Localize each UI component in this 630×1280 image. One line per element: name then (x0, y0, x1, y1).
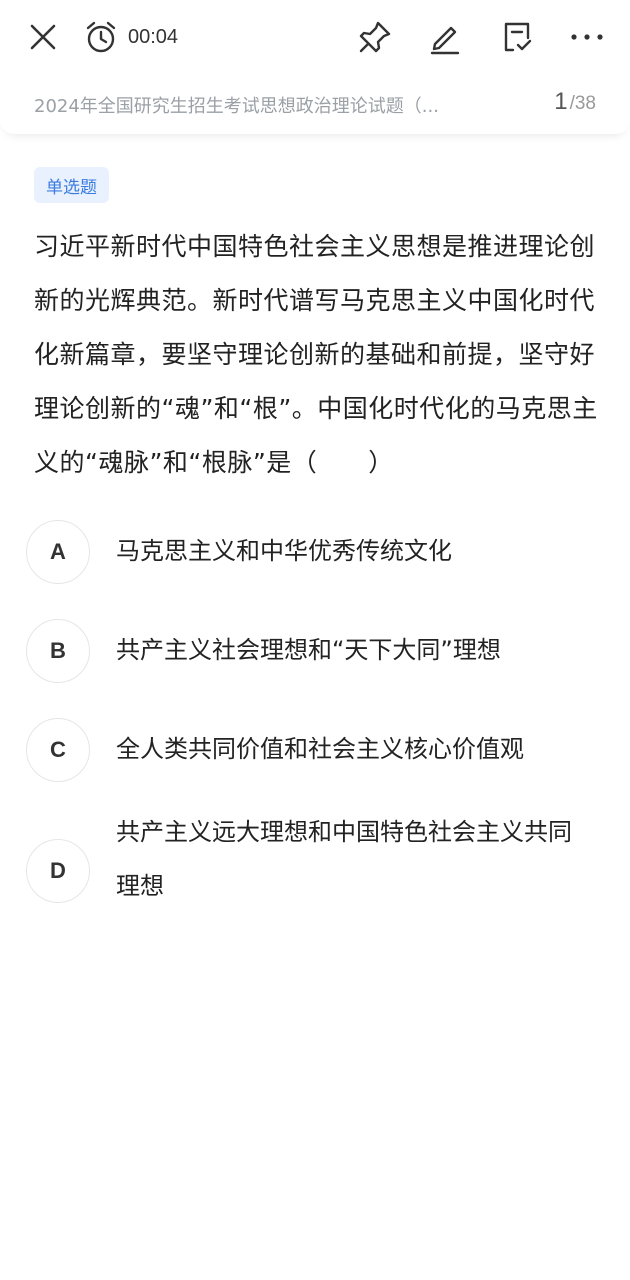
paper-header: 2024年全国研究生招生考试思想政治理论试题（... 1 /38 (0, 74, 630, 134)
question-type-tag: 单选题 (34, 167, 109, 203)
timer: 00:04 (84, 18, 178, 56)
total-question-count: /38 (569, 93, 596, 114)
option-b[interactable]: B 共产主义社会理想和“天下大同”理想 (26, 619, 606, 683)
option-d[interactable]: D 共产主义远大理想和中国特色社会主义共同理想 (26, 818, 606, 913)
option-c[interactable]: C 全人类共同价值和社会主义核心价值观 (26, 718, 606, 782)
answer-sheet-button[interactable] (496, 16, 538, 58)
more-button[interactable] (566, 16, 608, 58)
option-a[interactable]: A 马克思主义和中华优秀传统文化 (26, 520, 606, 584)
question-stem: 习近平新时代中国特色社会主义思想是推进理论创新的光辉典范。新时代谱写马克思主义中… (34, 232, 598, 477)
option-letter: A (26, 520, 90, 584)
question-counter[interactable]: 1 /38 (554, 88, 596, 116)
close-button[interactable] (24, 18, 62, 56)
pencil-icon (430, 26, 460, 55)
more-icon (571, 34, 603, 40)
option-text: 共产主义远大理想和中国特色社会主义共同理想 (116, 818, 572, 900)
note-button[interactable] (424, 16, 466, 58)
answer-sheet-icon (504, 22, 532, 52)
alarm-clock-icon (86, 21, 116, 53)
option-letter: D (26, 839, 90, 903)
top-toolbar: 00:04 (0, 0, 630, 74)
option-text: 共产主义社会理想和“天下大同”理想 (116, 636, 501, 664)
paper-title: 2024年全国研究生招生考试思想政治理论试题（... (34, 96, 439, 117)
option-letter: C (26, 718, 90, 782)
option-text: 全人类共同价值和社会主义核心价值观 (116, 735, 524, 763)
pin-button[interactable] (354, 16, 396, 58)
option-text: 马克思主义和中华优秀传统文化 (116, 537, 452, 565)
pin-icon (359, 21, 391, 53)
exam-page: 00:04 2024年全国研究生招生考试思想政治理论试题（... 1 /38 单… (0, 0, 630, 1280)
timer-text: 00:04 (128, 25, 179, 48)
option-letter: B (26, 619, 90, 683)
close-icon (30, 24, 56, 50)
current-question-number: 1 (554, 88, 568, 115)
